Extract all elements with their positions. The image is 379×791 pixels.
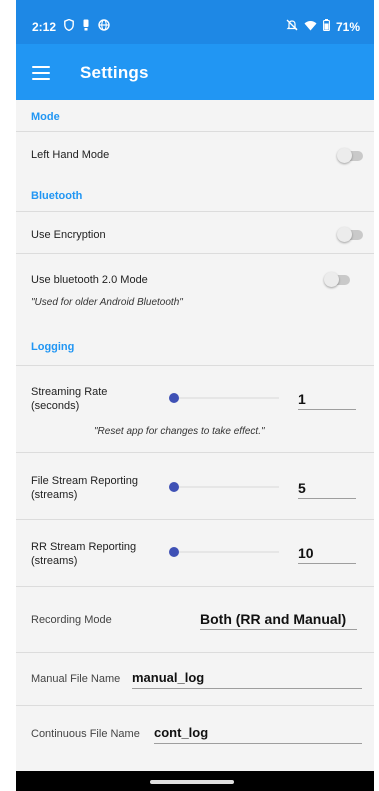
use-encryption-row[interactable]: Use Encryption [16, 212, 374, 254]
slider-thumb[interactable] [169, 482, 179, 492]
use-encryption-switch[interactable] [337, 227, 363, 242]
streaming-rate-label-line1: Streaming Rate [31, 386, 108, 398]
recording-mode-row: Recording Mode Both (RR and Manual) [16, 587, 374, 652]
battery-icon [323, 19, 330, 34]
left-hand-mode-row[interactable]: Left Hand Mode [16, 132, 374, 177]
status-time: 2:12 [32, 19, 57, 34]
continuous-file-name-input[interactable]: cont_log [154, 724, 362, 744]
left-hand-mode-label: Left Hand Mode [31, 149, 110, 161]
page-title: Settings [80, 63, 149, 82]
streaming-rate-slider[interactable] [169, 391, 279, 405]
left-hand-mode-switch[interactable] [337, 148, 363, 163]
manual-file-name-input[interactable]: manual_log [132, 669, 362, 689]
app-screen: 2:12 71% Settings Mode Left Hand Mode Bl… [16, 0, 374, 791]
manual-file-name-row: Manual File Name manual_log [16, 653, 374, 705]
file-stream-slider[interactable] [169, 480, 279, 494]
continuous-file-name-row: Continuous File Name cont_log [16, 706, 374, 758]
slider-thumb[interactable] [169, 547, 179, 557]
manual-file-name-label: Manual File Name [31, 673, 121, 685]
section-header-logging: Logging [31, 341, 75, 353]
rr-stream-slider[interactable] [169, 545, 279, 559]
system-navigation-bar [16, 771, 374, 791]
file-stream-label-line1: File Stream Reporting [31, 475, 138, 487]
section-header-bluetooth: Bluetooth [31, 190, 83, 202]
streaming-rate-input[interactable]: 1 [298, 390, 356, 410]
continuous-file-name-label: Continuous File Name [31, 728, 140, 740]
use-encryption-label: Use Encryption [31, 229, 106, 241]
battery-percent: 71% [335, 19, 360, 34]
globe-icon [98, 19, 110, 34]
mute-icon [286, 19, 298, 34]
bluetooth-20-mode-label: Use bluetooth 2.0 Mode [31, 274, 148, 286]
notification-icon [82, 19, 90, 34]
app-bar: Settings [16, 44, 374, 100]
streaming-rate-label-line2: (seconds) [31, 400, 80, 412]
rr-stream-input[interactable]: 10 [298, 544, 356, 564]
recording-mode-select[interactable]: Both (RR and Manual) [200, 610, 357, 630]
status-bar: 2:12 71% [16, 0, 374, 44]
rr-stream-row: RR Stream Reporting (streams) 10 [16, 520, 374, 586]
section-header-mode: Mode [31, 111, 60, 123]
slider-thumb[interactable] [169, 393, 179, 403]
wifi-icon [304, 20, 317, 34]
shield-icon [64, 18, 74, 34]
hamburger-menu-icon[interactable] [32, 66, 50, 80]
rr-stream-label-line1: RR Stream Reporting [31, 541, 137, 553]
bluetooth-20-mode-note: "Used for older Android Bluetooth" [31, 297, 183, 308]
bluetooth-20-mode-row[interactable]: Use bluetooth 2.0 Mode "Used for older A… [16, 254, 374, 324]
bluetooth-20-mode-switch[interactable] [324, 272, 350, 287]
rr-stream-label-line2: (streams) [31, 555, 78, 567]
file-stream-input[interactable]: 5 [298, 479, 356, 499]
streaming-rate-row: Streaming Rate (seconds) 1 "Reset app fo… [16, 366, 374, 452]
home-gesture-handle[interactable] [150, 780, 234, 784]
streaming-rate-note: "Reset app for changes to take effect." [94, 426, 265, 437]
file-stream-label-line2: (streams) [31, 489, 78, 501]
file-stream-row: File Stream Reporting (streams) 5 [16, 453, 374, 519]
recording-mode-label: Recording Mode [31, 614, 112, 626]
